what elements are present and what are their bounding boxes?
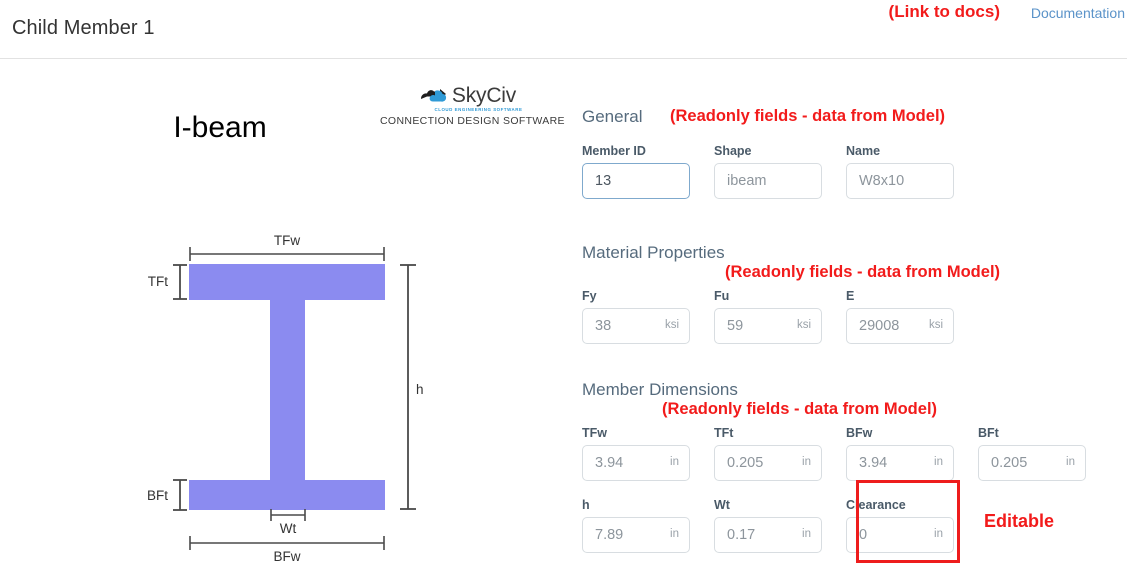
label-bft: BFt [147, 488, 168, 503]
unit-fy: ksi [664, 319, 679, 332]
dimension-tft [173, 264, 187, 300]
label-e: E [846, 289, 855, 303]
beam-cross-section: TFw TFt h BFt Wt BFw [0, 59, 570, 564]
docs-annotation: (Link to docs) [888, 2, 1000, 21]
label-wt: Wt [280, 521, 297, 536]
dimension-bfw [189, 536, 385, 550]
page-content: SkyCiv CLOUD ENGINEERING SOFTWARE CONNEC… [0, 59, 1127, 564]
dimension-tfw [189, 247, 385, 261]
field-fy: Fy 38 ksi [582, 289, 690, 344]
label-tfw: TFw [274, 233, 300, 248]
unit-bft: in [1066, 456, 1075, 469]
label-tfw: TFw [582, 426, 607, 440]
label-tft: TFt [148, 274, 168, 289]
label-member-id: Member ID [582, 144, 646, 158]
label-h: h [416, 382, 424, 397]
annotation-dimensions-readonly: (Readonly fields - data from Model) [662, 400, 938, 418]
section-material-properties: Material Properties Fy 38 ksi Fu 59 ksi [582, 243, 954, 344]
input-tfw[interactable]: 3.94 in [582, 445, 690, 481]
input-name[interactable]: W8x10 [846, 163, 954, 199]
annotation-editable: Editable [984, 511, 1055, 531]
input-shape[interactable]: ibeam [714, 163, 822, 199]
field-member-id: Member ID 13 [582, 144, 690, 199]
dimension-bft [173, 479, 187, 511]
field-e: E 29008 ksi [846, 289, 954, 344]
input-bfw[interactable]: 3.94 in [846, 445, 954, 481]
input-h[interactable]: 7.89 in [582, 517, 690, 553]
value-name: W8x10 [859, 172, 905, 189]
unit-tft: in [802, 456, 811, 469]
field-fu: Fu 59 ksi [714, 289, 822, 344]
unit-fu: ksi [796, 319, 811, 332]
value-h: 7.89 [595, 526, 624, 543]
dimension-wt [270, 509, 306, 521]
member-properties-form: General Member ID 13 Shape ibeam Name W8… [570, 59, 1127, 564]
input-bft[interactable]: 0.205 in [978, 445, 1086, 481]
label-wt: Wt [714, 498, 730, 512]
label-fu: Fu [714, 289, 730, 303]
value-clearance: 0 [859, 526, 868, 543]
value-bft: 0.205 [991, 454, 1028, 471]
documentation-link[interactable]: Documentation [1031, 5, 1125, 21]
value-tfw: 3.94 [595, 454, 624, 471]
page-header: Child Member 1 (Link to docs) Documentat… [0, 0, 1127, 59]
unit-wt: in [802, 528, 811, 541]
label-name: Name [846, 144, 881, 158]
value-bfw: 3.94 [859, 454, 888, 471]
field-tfw: TFw 3.94 in [582, 426, 690, 481]
value-wt: 0.17 [727, 526, 756, 543]
input-wt[interactable]: 0.17 in [714, 517, 822, 553]
field-bft: BFt 0.205 in [978, 426, 1086, 481]
input-tft[interactable]: 0.205 in [714, 445, 822, 481]
label-tft: TFt [714, 426, 734, 440]
section-title-material: Material Properties [582, 243, 725, 262]
field-tft: TFt 0.205 in [714, 426, 822, 481]
value-fy: 38 [595, 317, 612, 334]
field-name: Name W8x10 [846, 144, 954, 199]
unit-clearance: in [934, 528, 943, 541]
field-wt: Wt 0.17 in [714, 498, 822, 553]
field-bfw: BFw 3.94 in [846, 426, 954, 481]
input-fy[interactable]: 38 ksi [582, 308, 690, 344]
input-e[interactable]: 29008 ksi [846, 308, 954, 344]
dimension-h [400, 264, 416, 510]
annotation-general-readonly: (Readonly fields - data from Model) [670, 107, 946, 125]
section-title-dimensions: Member Dimensions [582, 380, 738, 399]
label-bfw: BFw [846, 426, 873, 440]
unit-tfw: in [670, 456, 679, 469]
unit-bfw: in [934, 456, 943, 469]
unit-e: ksi [928, 319, 943, 332]
input-fu[interactable]: 59 ksi [714, 308, 822, 344]
value-fu: 59 [727, 317, 744, 334]
label-bfw: BFw [274, 549, 301, 564]
value-shape: ibeam [727, 172, 767, 189]
beam-diagram-panel: SkyCiv CLOUD ENGINEERING SOFTWARE CONNEC… [0, 59, 570, 564]
label-fy: Fy [582, 289, 597, 303]
label-clearance: Clearance [846, 498, 906, 512]
value-member-id: 13 [595, 172, 612, 189]
label-bft: BFt [978, 426, 999, 440]
field-h: h 7.89 in [582, 498, 690, 553]
field-clearance: Clearance 0 in [846, 498, 954, 553]
unit-h: in [670, 528, 679, 541]
input-member-id[interactable]: 13 [582, 163, 690, 199]
label-shape: Shape [714, 144, 752, 158]
field-shape: Shape ibeam [714, 144, 822, 199]
annotation-material-readonly: (Readonly fields - data from Model) [725, 263, 1001, 281]
label-h: h [582, 498, 590, 512]
page-title: Child Member 1 [12, 17, 155, 39]
value-tft: 0.205 [727, 454, 764, 471]
beam-shape [189, 264, 385, 510]
input-clearance[interactable]: 0 in [846, 517, 954, 553]
value-e: 29008 [859, 317, 900, 334]
